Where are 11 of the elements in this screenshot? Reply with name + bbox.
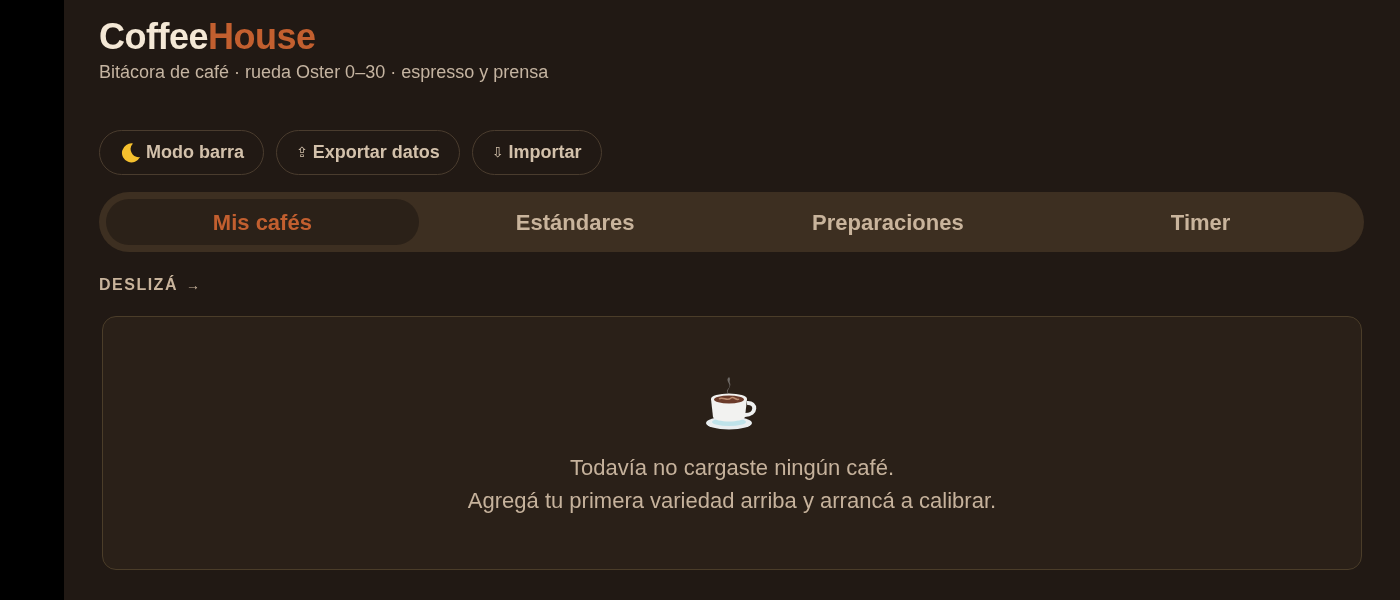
coffee-cup-icon (705, 375, 759, 431)
app-title: CoffeeHouse (99, 16, 316, 58)
tab[interactable]: Mis cafés (106, 199, 419, 245)
tab[interactable]: Preparaciones (731, 199, 1045, 245)
moon-icon (119, 141, 141, 164)
empty-state-message: Todavía no cargaste ningún café. (569, 454, 895, 482)
swipe-hint: DESLIZÁ → (99, 275, 200, 295)
app-subtitle: Bitácora de café · rueda Oster 0–30 · espresso y prensa (99, 61, 549, 84)
tab[interactable]: Timer (1044, 199, 1357, 245)
tab[interactable]: Estándares (418, 199, 732, 245)
empty-state-hint: Agregá tu primera variedad arriba y arrancá a calibrar. (467, 487, 997, 515)
